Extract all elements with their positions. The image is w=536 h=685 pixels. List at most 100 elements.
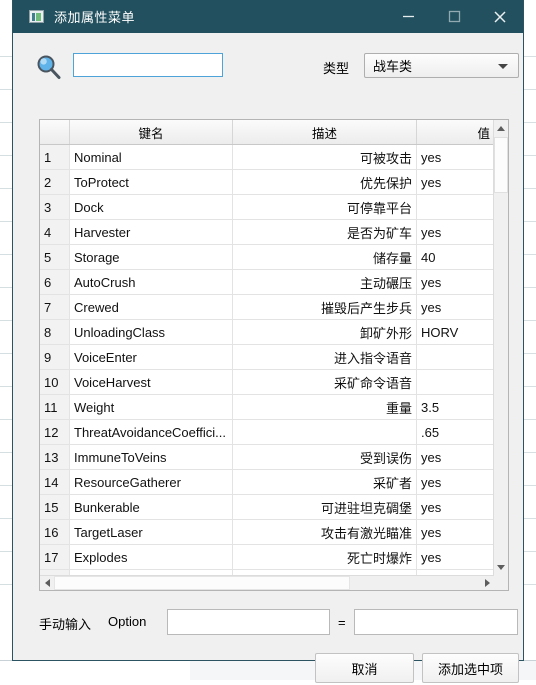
cell-desc: 可进驻坦克碉堡 (232, 494, 417, 520)
background-row (0, 254, 13, 255)
table-row[interactable]: 14 ResourceGatherer 采矿者 yes (40, 469, 494, 495)
cell-value: yes (416, 269, 494, 295)
cell-value (416, 369, 494, 395)
cell-num: 14 (40, 469, 70, 495)
table-row[interactable]: 2 ToProtect 优先保护 yes (40, 169, 494, 195)
cell-key: Weight (69, 394, 233, 420)
table-row[interactable]: 13 ImmuneToVeins 受到误伤 yes (40, 444, 494, 470)
dialog-body: 类型 战车类 键名 描述 值 1 Nominal 可被攻击 yes 2 ToPr… (13, 33, 523, 683)
cell-key: VoiceEnter (69, 344, 233, 370)
attribute-grid: 键名 描述 值 1 Nominal 可被攻击 yes 2 ToProtect 优先保护 yes… (40, 120, 494, 576)
cell-key: Harvester (69, 219, 233, 245)
manual-input-row: 手动输入 Option = (13, 609, 523, 639)
cell-key: AutoCrush (69, 269, 233, 295)
background-row (0, 122, 13, 123)
type-filter-value: 战车类 (373, 59, 413, 74)
background-row (524, 56, 536, 57)
background-row (0, 419, 13, 420)
cell-desc: 攻击有激光瞄准 (232, 519, 417, 545)
cell-key: Explodes (69, 544, 233, 570)
close-button[interactable] (477, 0, 523, 33)
cell-num: 9 (40, 344, 70, 370)
background-row (524, 485, 536, 486)
horizontal-scroll-thumb[interactable] (54, 576, 350, 590)
table-row[interactable]: 16 TargetLaser 攻击有激光瞄准 yes (40, 519, 494, 545)
background-row (0, 485, 13, 486)
scroll-up-icon[interactable] (494, 120, 508, 137)
table-row[interactable]: 12 ThreatAvoidanceCoeffici... .65 (40, 419, 494, 445)
equals-sign: = (338, 615, 346, 630)
cell-value: yes (416, 294, 494, 320)
table-row[interactable]: 8 UnloadingClass 卸矿外形 HORV (40, 319, 494, 345)
cell-value: yes (416, 519, 494, 545)
manual-input-label: 手动输入 (39, 617, 92, 632)
table-row[interactable]: 4 Harvester 是否为矿车 yes (40, 219, 494, 245)
cell-num: 13 (40, 444, 70, 470)
option-value-input[interactable] (354, 609, 518, 635)
vertical-scroll-thumb[interactable] (494, 137, 508, 193)
column-header-desc[interactable]: 描述 (232, 120, 417, 145)
table-row[interactable]: 6 AutoCrush 主动碾压 yes (40, 269, 494, 295)
table-row[interactable]: 5 Storage 储存量 40 (40, 244, 494, 270)
cell-key: TargetLaser (69, 519, 233, 545)
cell-desc: 主动碾压 (232, 269, 417, 295)
background-row (524, 518, 536, 519)
maximize-button[interactable] (431, 0, 477, 33)
cell-key: Crewed (69, 294, 233, 320)
background-row (0, 320, 13, 321)
attribute-table-viewport[interactable]: 键名 描述 值 1 Nominal 可被攻击 yes 2 ToProtect 优先保护 yes… (40, 120, 494, 576)
background-row (0, 56, 13, 57)
search-input[interactable] (73, 53, 223, 77)
cell-desc: 优先保护 (232, 169, 417, 195)
column-header-value[interactable]: 值 (416, 120, 494, 145)
scrollbar-corner (494, 576, 508, 590)
cell-desc: 死亡时爆炸 (232, 544, 417, 570)
cell-num: 7 (40, 294, 70, 320)
dialog-titlebar[interactable]: 添加属性菜单 (13, 0, 523, 33)
cell-value: yes (416, 444, 494, 470)
cell-key: ThreatAvoidanceCoeffici... (69, 419, 233, 445)
cell-num: 2 (40, 169, 70, 195)
chevron-down-icon (498, 64, 508, 69)
table-row[interactable]: 7 Crewed 摧毁后产生步兵 yes (40, 294, 494, 320)
background-row (0, 551, 13, 552)
background-row (0, 188, 13, 189)
cell-desc: 采矿者 (232, 469, 417, 495)
horizontal-scrollbar[interactable] (40, 575, 494, 590)
background-row (524, 254, 536, 255)
type-filter-select[interactable]: 战车类 (364, 53, 519, 78)
scroll-left-icon[interactable] (40, 576, 54, 590)
cell-key: ToProtect (69, 169, 233, 195)
background-row (524, 155, 536, 156)
table-row[interactable]: 10 VoiceHarvest 采矿命令语音 (40, 369, 494, 395)
cell-desc: 可停靠平台 (232, 194, 417, 220)
background-row (0, 353, 13, 354)
cell-num: 17 (40, 544, 70, 570)
column-header-index[interactable] (40, 120, 70, 145)
background-row (0, 518, 13, 519)
vertical-scrollbar[interactable] (493, 120, 508, 576)
table-header-row: 键名 描述 值 (40, 120, 494, 145)
table-row[interactable]: 11 Weight 重量 3.5 (40, 394, 494, 420)
background-row (0, 584, 13, 585)
background-row (524, 386, 536, 387)
cell-key: Nominal (69, 144, 233, 170)
table-row[interactable]: 17 Explodes 死亡时爆炸 yes (40, 544, 494, 570)
cell-key: UnloadingClass (69, 319, 233, 345)
option-key-input[interactable] (167, 609, 330, 635)
column-header-key[interactable]: 键名 (69, 120, 233, 145)
table-row[interactable]: 15 Bunkerable 可进驻坦克碉堡 yes (40, 494, 494, 520)
cell-desc: 进入指令语音 (232, 344, 417, 370)
cell-value: yes (416, 169, 494, 195)
background-row (524, 584, 536, 585)
table-row[interactable]: 3 Dock 可停靠平台 (40, 194, 494, 220)
cell-value: yes (416, 144, 494, 170)
scroll-right-icon[interactable] (480, 576, 494, 590)
scroll-down-icon[interactable] (494, 559, 508, 576)
minimize-button[interactable] (385, 0, 431, 33)
table-row[interactable]: 1 Nominal 可被攻击 yes (40, 144, 494, 170)
table-row[interactable]: 9 VoiceEnter 进入指令语音 (40, 344, 494, 370)
cell-desc: 重量 (232, 394, 417, 420)
cell-num: 4 (40, 219, 70, 245)
cell-num: 5 (40, 244, 70, 270)
